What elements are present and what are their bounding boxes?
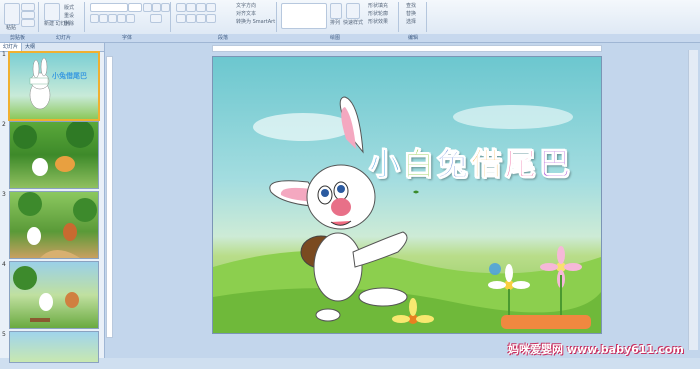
underline-button[interactable] [108, 14, 117, 23]
find-button[interactable]: 查找 [406, 2, 416, 9]
font-color-button[interactable] [150, 14, 162, 23]
numbering-button[interactable] [186, 3, 196, 12]
layout-button[interactable]: 版式 [64, 4, 74, 11]
group-label-editing: 编辑 [408, 35, 419, 41]
vertical-ruler [106, 56, 113, 338]
slide-thumbnail[interactable] [9, 261, 99, 329]
thumb-title: 小兔借尾巴 [52, 72, 87, 80]
slide-thumb-row[interactable]: 4 [0, 259, 104, 329]
separator [276, 2, 277, 32]
delete-button[interactable]: 删除 [64, 20, 74, 27]
replace-button[interactable]: 替换 [406, 10, 416, 17]
slide-title-char: 小 [369, 147, 401, 184]
format-painter-button[interactable] [21, 19, 35, 27]
slide-title-char: 白 [403, 147, 435, 184]
bullets-button[interactable] [176, 3, 186, 12]
logo-badge [501, 315, 591, 329]
smartart-button[interactable]: 转换为 SmartArt [236, 18, 275, 25]
meadow-scene-image [13, 266, 79, 322]
slide-number: 2 [2, 121, 6, 128]
slide-canvas[interactable]: 小 白 兔 借 尾 巴 [212, 56, 602, 334]
justify-button[interactable] [206, 14, 216, 23]
quick-styles-label: 快速样式 [343, 20, 364, 26]
paste-button[interactable] [4, 3, 20, 25]
slide-title-char: 兔 [437, 147, 469, 184]
separator [426, 2, 427, 32]
separator [38, 2, 39, 32]
slide-thumb-row[interactable]: 1 小兔借尾巴 [0, 49, 104, 121]
slide-title-char: 尾 [505, 147, 537, 184]
grow-font-button[interactable] [143, 3, 152, 12]
strikethrough-button[interactable] [117, 14, 126, 23]
ribbon: 粘贴 新建 幻灯片 版式 重设 删除 文字方向 对齐文本 转换为 SmartAr… [0, 0, 700, 35]
separator [398, 2, 399, 32]
text-direction-button[interactable]: 文字方向 [236, 2, 256, 9]
align-text-button[interactable]: 对齐文本 [236, 10, 256, 17]
shape-outline-button[interactable]: 形状轮廓 [368, 10, 388, 17]
align-center-button[interactable] [186, 14, 196, 23]
slide-thumbnail[interactable] [9, 331, 99, 363]
slide-thumb-row[interactable]: 3 [0, 189, 104, 259]
slide-thumb-row[interactable]: 5 [0, 329, 104, 369]
rabbit-thumb-image [29, 57, 51, 110]
slide-number: 1 [2, 51, 6, 58]
font-size-select[interactable] [128, 3, 142, 12]
balloon-icon [489, 263, 501, 275]
increase-indent-button[interactable] [206, 3, 216, 12]
font-name-select[interactable] [90, 3, 128, 12]
slide-title-char: 巴 [539, 147, 571, 184]
separator [170, 2, 171, 32]
group-label-font: 字体 [122, 35, 133, 41]
align-right-button[interactable] [196, 14, 206, 23]
group-label-slides: 幻灯片 [56, 35, 72, 41]
slide-thumbnail[interactable] [9, 191, 99, 259]
watermark-text: 妈咪爱婴网 www.baby611.com [508, 343, 684, 356]
slide-thumbnail[interactable]: 小兔借尾巴 [8, 51, 100, 121]
ribbon-group-labels: 剪贴板 幻灯片 字体 段落 绘图 编辑 [0, 34, 700, 43]
shapes-gallery[interactable] [281, 3, 327, 29]
shrink-font-button[interactable] [152, 3, 161, 12]
slides-pane: 幻灯片 大纲 1 小兔借尾巴 2 3 4 5 [0, 43, 105, 363]
cut-button[interactable] [21, 3, 35, 11]
reset-button[interactable]: 重设 [64, 12, 74, 19]
group-label-paragraph: 段落 [218, 35, 229, 41]
slide-thumb-row[interactable]: 2 [0, 119, 104, 189]
forest-scene-image [13, 122, 94, 176]
select-button[interactable]: 选择 [406, 18, 416, 25]
horizontal-ruler [212, 45, 602, 52]
copy-button[interactable] [21, 11, 35, 19]
bold-button[interactable] [90, 14, 99, 23]
arrange-label: 排列 [330, 20, 341, 26]
shape-fill-button[interactable]: 形状填充 [368, 2, 388, 9]
slide-number: 5 [2, 331, 6, 338]
italic-button[interactable] [99, 14, 108, 23]
align-left-button[interactable] [176, 14, 186, 23]
shadow-button[interactable] [126, 14, 135, 23]
new-slide-button[interactable] [44, 3, 60, 21]
slide-thumbnail[interactable] [9, 121, 99, 189]
arrange-button[interactable] [330, 3, 342, 19]
slide-number: 3 [2, 191, 6, 198]
forest-path-image [18, 192, 97, 258]
vertical-scrollbar[interactable] [688, 50, 698, 350]
slide-number: 4 [2, 261, 6, 268]
slide-title-char: 借 [471, 147, 503, 184]
group-label-clipboard: 剪贴板 [10, 35, 26, 41]
quick-styles-button[interactable] [346, 3, 360, 19]
decrease-indent-button[interactable] [196, 3, 206, 12]
paste-label: 粘贴 [6, 25, 17, 31]
slide-background-art [213, 96, 601, 333]
separator [84, 2, 85, 32]
group-label-drawing: 绘图 [330, 35, 341, 41]
shape-effects-button[interactable]: 形状效果 [368, 18, 388, 25]
leaf-icon [413, 190, 419, 194]
clear-format-button[interactable] [161, 3, 170, 12]
